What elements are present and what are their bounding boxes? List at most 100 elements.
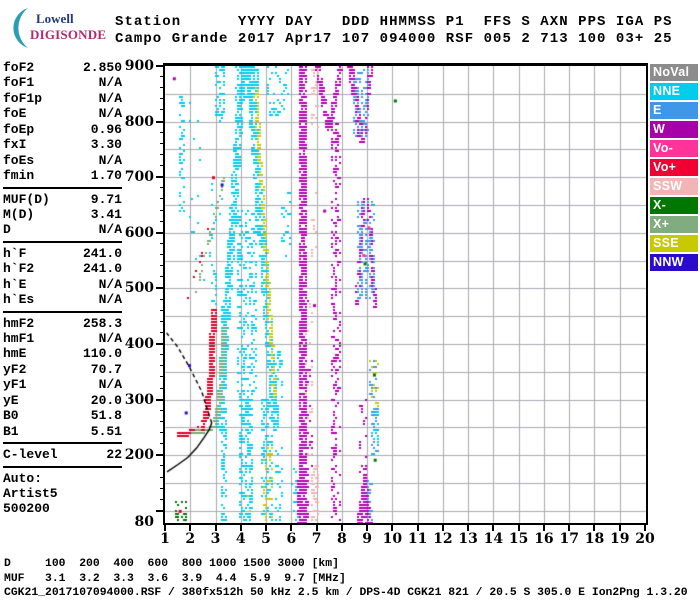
autoscaling-info: 500200: [3, 501, 50, 517]
autoscaling-info: Artist5: [3, 485, 58, 501]
parameter-row-fxI: fxI 3.30: [3, 137, 122, 152]
y-axis-minor-tick: [160, 153, 165, 155]
y-axis-minor-tick: [160, 209, 165, 211]
parameter-row-MUF(D): MUF(D) 9.71: [3, 192, 122, 207]
parameter-row-yF1: yF1 N/A: [3, 377, 122, 392]
parameter-value: N/A: [98, 377, 122, 393]
y-axis-label-800: 800: [124, 113, 154, 130]
parameter-label: yF2: [3, 361, 27, 377]
panel-separator: [3, 465, 122, 468]
y-axis-minor-tick: [160, 331, 165, 333]
y-axis-minor-tick: [160, 498, 165, 500]
parameter-row-C-level: C-level 22: [3, 447, 122, 462]
y-axis-minor-tick: [160, 98, 165, 100]
y-axis-minor-tick: [160, 476, 165, 478]
parameter-row-h`Es: h`Es N/A: [3, 292, 122, 307]
y-axis-label-300: 300: [124, 391, 154, 408]
parameter-value: 5.51: [90, 423, 122, 439]
y-axis-minor-tick: [160, 354, 165, 356]
parameter-row-B0: B0 51.8: [3, 408, 122, 423]
parameter-row-yF2: yF2 70.7: [3, 362, 122, 377]
x-axis-label-18: 18: [584, 531, 605, 547]
y-axis-label-80: 80: [134, 514, 154, 530]
y-axis-minor-tick: [160, 320, 165, 322]
y-axis-major-tick: [156, 454, 165, 457]
y-axis-minor-tick: [160, 187, 165, 189]
parameter-label: h`F2: [3, 261, 35, 277]
parameter-label: foF1p: [3, 90, 43, 106]
y-axis-minor-tick: [160, 131, 165, 133]
y-axis-major-tick: [156, 120, 165, 123]
y-axis-major-tick: [156, 176, 165, 179]
x-axis-label-17: 17: [559, 531, 579, 547]
panel-separator: [3, 310, 122, 313]
parameter-row-hmE: hmE 110.0: [3, 346, 122, 361]
lowell-digisonde-logo: Lowell DIGISONDE: [8, 6, 108, 50]
parameter-value: 241.0: [82, 261, 122, 277]
x-axis-label-20: 20: [635, 531, 655, 547]
ionogram-plot: [165, 66, 646, 523]
x-axis-label-14: 14: [483, 531, 504, 547]
y-axis-label-200: 200: [124, 447, 154, 464]
parameter-value: 258.3: [82, 315, 122, 331]
parameter-row-h`F: h`F 241.0: [3, 246, 122, 261]
logo-text-digisonde: DIGISONDE: [30, 27, 107, 42]
y-axis-minor-tick: [160, 465, 165, 467]
parameter-label: C-level: [3, 447, 58, 463]
parameter-row-foF1p: foF1p N/A: [3, 91, 122, 106]
parameter-label: fxI: [3, 137, 27, 153]
x-axis-label-19: 19: [609, 531, 630, 547]
y-axis-minor-tick: [160, 309, 165, 311]
parameter-row-hmF2: hmF2 258.3: [3, 316, 122, 331]
y-axis-major-tick: [156, 343, 165, 346]
y-axis-minor-tick: [160, 376, 165, 378]
x-axis-label-8: 8: [336, 531, 347, 547]
y-axis-minor-tick: [160, 142, 165, 144]
x-axis-label-12: 12: [433, 531, 453, 547]
parameter-value: N/A: [98, 152, 122, 168]
x-axis-label-11: 11: [407, 531, 428, 547]
y-axis-minor-tick: [160, 220, 165, 222]
parameter-row-h`E: h`E N/A: [3, 277, 122, 292]
parameter-label: foF2: [3, 60, 35, 75]
legend-item-NoVal: NoVal: [650, 64, 698, 81]
parameter-label: foF1: [3, 75, 35, 91]
x-axis-label-5: 5: [261, 531, 271, 547]
x-axis-label-15: 15: [508, 531, 529, 547]
x-axis-label-6: 6: [286, 531, 297, 547]
parameter-label: hmF2: [3, 315, 35, 331]
header-line-values: Campo Grande 2017 Apr17 107 094000 RSF 0…: [115, 31, 673, 47]
parameter-label: foE: [3, 106, 27, 122]
parameter-label: MUF(D): [3, 191, 50, 207]
parameter-row-M(D): M(D) 3.41: [3, 207, 122, 222]
parameter-row-foEs: foEs N/A: [3, 153, 122, 168]
y-axis-label-500: 500: [124, 280, 154, 297]
echo-direction-legend: NoVal NNE E W Vo- Vo+ SSW X- X+ SSE NNW: [650, 64, 698, 273]
x-axis-label-9: 9: [362, 531, 372, 547]
parameter-value: 2.850: [82, 60, 122, 75]
parameter-value: 3.30: [90, 137, 122, 153]
distance-row: D 100 200 400 600 800 1000 1500 3000 [km…: [4, 558, 339, 570]
parameter-label: yE: [3, 392, 19, 408]
y-axis-minor-tick: [160, 76, 165, 78]
legend-item-NNE: NNE: [650, 83, 698, 100]
legend-item-Vo+: Vo+: [650, 159, 698, 176]
parameter-value: 70.7: [90, 361, 122, 377]
y-axis-minor-tick: [160, 254, 165, 256]
parameter-row-yE: yE 20.0: [3, 393, 122, 408]
y-axis-minor-tick: [160, 109, 165, 111]
parameter-label: B1: [3, 423, 19, 439]
parameter-value: 110.0: [82, 346, 122, 362]
y-axis-label-600: 600: [124, 224, 154, 241]
ionogram-page: { "header": { "line1": "Station YYYY DAY…: [0, 0, 700, 600]
parameter-value: 51.8: [90, 408, 122, 424]
parameter-panel: foF2 2.850 foF1 N/A foF1p N/A foE N/A foEp 0.96 fx…: [3, 60, 122, 517]
parameter-label: fmin: [3, 168, 35, 184]
muf-row: MUF 3.1 3.2 3.3 3.6 3.9 4.4 5.9 9.7 [MHz…: [4, 572, 346, 585]
legend-item-SSE: SSE: [650, 235, 698, 252]
y-axis-minor-tick: [160, 443, 165, 445]
x-axis-label-10: 10: [382, 531, 403, 547]
legend-item-X+: X+: [650, 216, 698, 233]
autoscaling-info: Auto:: [3, 470, 43, 486]
y-axis-label-400: 400: [124, 336, 154, 353]
